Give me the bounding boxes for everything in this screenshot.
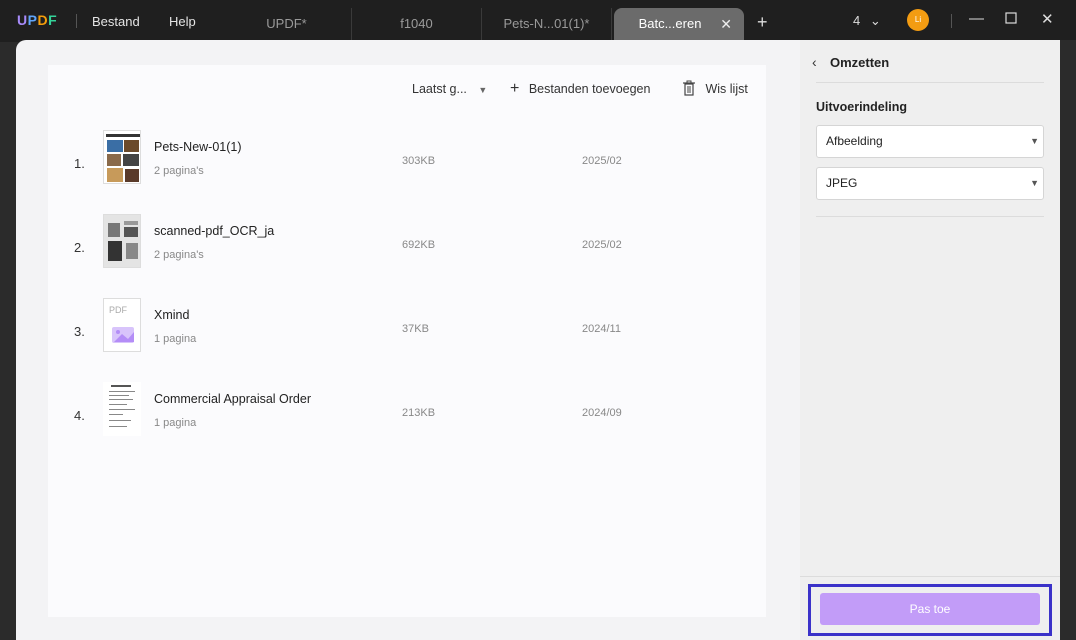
tab-label: UPDF* — [266, 16, 307, 31]
updf-logo[interactable]: UPDF — [17, 12, 57, 28]
close-tab-icon[interactable]: ✕ — [720, 8, 732, 40]
separator — [951, 14, 952, 28]
chevron-down-icon: ⌄ — [869, 13, 881, 28]
file-number: 3. — [74, 324, 85, 339]
tab-pets[interactable]: Pets-N...01(1)* — [482, 8, 612, 40]
tab-label: Pets-N...01(1)* — [503, 16, 590, 31]
pdf-file-icon: PDF — [103, 298, 141, 352]
separator — [76, 14, 77, 28]
chevron-left-icon[interactable]: ‹ — [812, 54, 817, 70]
tab-label: Batc...eren — [638, 16, 702, 31]
file-pages: 1 pagina — [154, 333, 197, 345]
image-type-select-value: JPEG — [826, 176, 858, 190]
apply-button[interactable]: Pas toe — [820, 593, 1040, 625]
add-files-button[interactable]: + Bestanden toevoegen — [510, 80, 650, 98]
file-pages: 2 pagina's — [154, 249, 204, 261]
avatar[interactable]: Li — [907, 9, 929, 31]
file-row[interactable]: 3. PDF Xmind 1 pagina 37KB 2024/11 — [48, 298, 766, 382]
maximize-icon[interactable] — [1005, 11, 1017, 28]
file-number: 4. — [74, 408, 85, 423]
file-pages: 1 pagina — [154, 417, 197, 429]
sort-label: Laatst g... — [412, 82, 467, 96]
file-row[interactable]: 1. Pets-New-01(1) 2 pagina's 303KB 2025/… — [48, 130, 766, 214]
tab-updf[interactable]: UPDF* — [222, 8, 352, 40]
tab-batch[interactable]: Batc...eren ✕ — [614, 8, 744, 40]
minimize-icon[interactable]: — — [969, 10, 984, 27]
file-list-panel: Laatst g... ▼ + Bestanden toevoegen Wis … — [48, 65, 766, 617]
plus-icon: + — [510, 80, 520, 97]
convert-panel: ‹ Omzetten Uitvoerindeling Afbeelding ▼ … — [800, 40, 1060, 640]
trash-icon — [682, 80, 696, 99]
file-date: 2025/02 — [582, 239, 622, 251]
format-select-value: Afbeelding — [826, 134, 883, 148]
panel-title: Omzetten — [830, 55, 890, 70]
new-tab-icon[interactable]: + — [757, 12, 768, 33]
file-size: 303KB — [402, 155, 436, 167]
add-files-label: Bestanden toevoegen — [528, 82, 651, 96]
window-count[interactable]: 4 ⌄ — [853, 13, 881, 29]
file-pages: 2 pagina's — [154, 165, 204, 177]
file-thumbnail — [103, 382, 141, 436]
image-type-select[interactable]: JPEG ▼ — [816, 167, 1044, 200]
file-row[interactable]: 2. scanned-pdf_OCR_ja 2 pagina's 692KB 2… — [48, 214, 766, 298]
file-name: scanned-pdf_OCR_ja — [154, 224, 275, 238]
format-select[interactable]: Afbeelding ▼ — [816, 125, 1044, 158]
close-window-icon[interactable]: ✕ — [1041, 10, 1054, 28]
apply-highlight: Pas toe — [808, 584, 1052, 636]
divider — [800, 576, 1060, 577]
svg-text:PDF: PDF — [109, 305, 128, 315]
window-edge — [1060, 40, 1076, 640]
menu-bestand[interactable]: Bestand — [92, 14, 140, 29]
tab-f1040[interactable]: f1040 — [352, 8, 482, 40]
file-date: 2025/02 — [582, 155, 622, 167]
file-row[interactable]: 4. Commercial Appraisal Order 1 pagina 2… — [48, 382, 766, 466]
divider — [816, 82, 1044, 83]
sort-dropdown[interactable]: Laatst g... ▼ — [412, 82, 487, 96]
window-count-value: 4 — [853, 13, 861, 28]
tab-label: f1040 — [400, 16, 433, 31]
menu-help[interactable]: Help — [169, 14, 196, 29]
file-size: 37KB — [402, 323, 429, 335]
file-name: Pets-New-01(1) — [154, 140, 242, 154]
caret-down-icon: ▼ — [1030, 136, 1039, 146]
divider — [816, 216, 1044, 217]
main-area: Laatst g... ▼ + Bestanden toevoegen Wis … — [16, 40, 800, 640]
file-number: 2. — [74, 240, 85, 255]
file-size: 213KB — [402, 407, 436, 419]
file-name: Xmind — [154, 308, 190, 322]
file-thumbnail — [103, 214, 141, 268]
clear-list-button[interactable]: Wis lijst — [682, 80, 748, 99]
file-date: 2024/09 — [582, 407, 622, 419]
caret-down-icon: ▼ — [478, 85, 488, 95]
caret-down-icon: ▼ — [1030, 178, 1039, 188]
file-name: Commercial Appraisal Order — [154, 392, 311, 406]
output-format-label: Uitvoerindeling — [816, 100, 907, 114]
file-thumbnail — [103, 130, 141, 184]
file-size: 692KB — [402, 239, 436, 251]
title-bar: UPDF Bestand Help UPDF* f1040 Pets-N...0… — [0, 0, 1076, 42]
file-date: 2024/11 — [582, 323, 621, 335]
file-number: 1. — [74, 156, 85, 171]
clear-list-label: Wis lijst — [705, 82, 748, 96]
